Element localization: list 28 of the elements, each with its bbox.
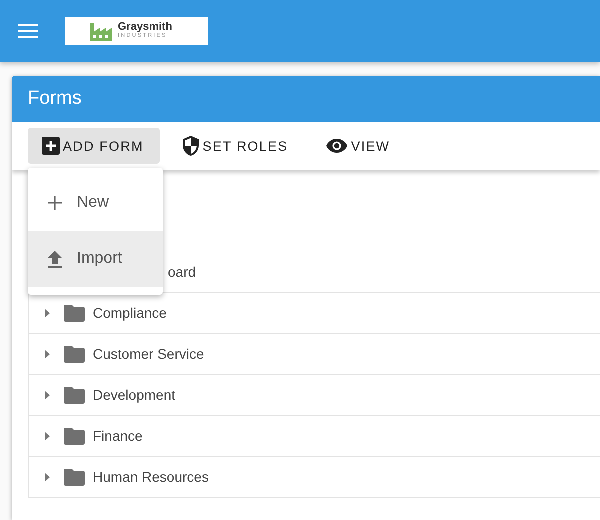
tree-row[interactable]: Development	[29, 375, 600, 416]
folder-icon	[64, 468, 85, 486]
folder-icon	[64, 346, 85, 362]
expand-arrow-icon[interactable]	[45, 350, 50, 358]
toolbar-button[interactable]: SET ROLES	[168, 128, 304, 164]
folder-icon	[64, 386, 85, 404]
folder-icon	[64, 428, 85, 444]
toolbar-button[interactable]: ADD FORM	[28, 128, 160, 164]
tree-row[interactable]: Finance	[29, 416, 600, 457]
expand-arrow-icon[interactable]	[45, 432, 50, 440]
menu-item[interactable]: New	[28, 175, 163, 231]
toolbar-button[interactable]: VIEW	[312, 128, 406, 164]
expand-arrow-icon[interactable]	[45, 390, 50, 400]
menu-item[interactable]: Import	[28, 231, 163, 287]
expand-arrow-icon[interactable]	[45, 308, 50, 318]
logo-name: Graysmith	[118, 22, 172, 34]
page-title: Forms	[28, 88, 82, 110]
shield-icon	[182, 135, 200, 157]
menu-icon[interactable]	[18, 24, 38, 38]
upload-icon	[48, 250, 62, 268]
folder-icon	[64, 304, 85, 322]
add-icon	[42, 137, 60, 155]
tree-row[interactable]: Customer Service	[29, 334, 600, 375]
eye-icon	[326, 138, 348, 154]
factory-icon	[90, 21, 112, 41]
plus-icon	[48, 196, 62, 210]
expand-arrow-icon[interactable]	[45, 472, 50, 482]
tree-row[interactable]: Human Resources	[29, 457, 600, 498]
